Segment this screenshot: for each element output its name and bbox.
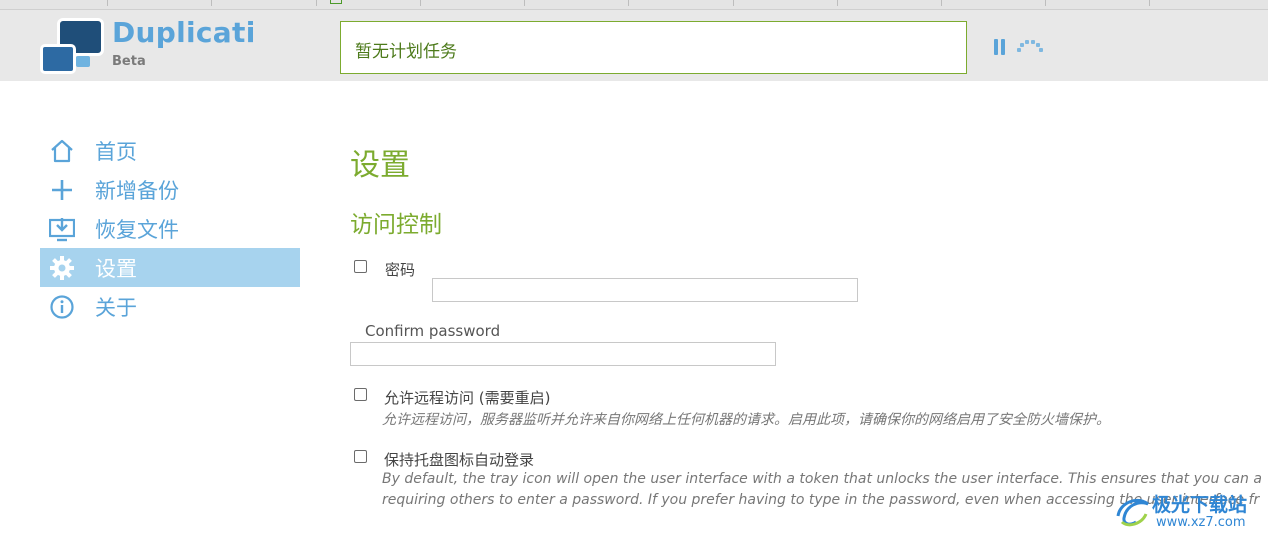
confirm-password-label: Confirm password bbox=[365, 322, 501, 340]
sidebar-item-add-backup[interactable]: 新增备份 bbox=[40, 170, 300, 209]
remote-access-label: 允许远程访问 (需要重启) bbox=[384, 389, 551, 407]
tray-autologin-hint-line1: By default, the tray icon will open the … bbox=[382, 471, 1262, 487]
sidebar-item-label: 首页 bbox=[95, 139, 137, 164]
sidebar-item-restore[interactable]: 恢复文件 bbox=[40, 209, 300, 248]
plus-icon bbox=[48, 176, 76, 204]
status-bar[interactable]: 暂无计划任务 bbox=[340, 21, 967, 74]
sidebar-item-label: 设置 bbox=[95, 256, 137, 281]
pause-icon[interactable] bbox=[994, 39, 1006, 55]
watermark-logo-icon bbox=[1116, 499, 1149, 527]
section-title: 访问控制 bbox=[350, 212, 442, 238]
sidebar-item-home[interactable]: 首页 bbox=[40, 131, 300, 170]
password-checkbox[interactable] bbox=[354, 260, 367, 273]
page-title: 设置 bbox=[350, 148, 410, 183]
app-subtitle: Beta bbox=[112, 54, 146, 69]
app-header: Duplicati Beta 暂无计划任务 bbox=[0, 10, 1268, 81]
password-input[interactable] bbox=[432, 278, 858, 302]
settings-panel: 设置 访问控制 bbox=[350, 140, 1260, 239]
watermark-url: www.xz7.com bbox=[1156, 515, 1246, 530]
home-icon bbox=[48, 137, 76, 165]
remote-access-hint: 允许远程访问，服务器监听并允许来自你网络上任何机器的请求。启用此项，请确保你的网… bbox=[382, 412, 1110, 428]
sidebar-item-settings[interactable]: 设置 bbox=[40, 248, 300, 287]
sidebar-item-label: 关于 bbox=[95, 295, 137, 320]
watermark: 极光下载站 www.xz7.com bbox=[1112, 488, 1268, 540]
sidebar-nav: 首页 新增备份 恢复文件 设置 关于 bbox=[40, 131, 300, 326]
confirm-password-input[interactable] bbox=[350, 342, 776, 366]
throttle-icon[interactable] bbox=[1016, 39, 1044, 53]
browser-tab-strip bbox=[0, 0, 1268, 10]
info-icon bbox=[48, 293, 76, 321]
sidebar-item-about[interactable]: 关于 bbox=[40, 287, 300, 326]
tray-autologin-label: 保持托盘图标自动登录 bbox=[384, 451, 535, 469]
gear-icon bbox=[48, 254, 76, 282]
tab-indicator bbox=[330, 0, 342, 4]
password-label: 密码 bbox=[385, 261, 416, 279]
tray-autologin-checkbox[interactable] bbox=[354, 450, 367, 463]
watermark-title: 极光下载站 bbox=[1152, 494, 1248, 516]
sidebar-item-label: 新增备份 bbox=[95, 178, 179, 203]
app-name: Duplicati bbox=[112, 16, 256, 49]
sidebar-item-label: 恢复文件 bbox=[95, 217, 179, 242]
duplicati-logo[interactable] bbox=[40, 18, 106, 76]
restore-icon bbox=[48, 215, 76, 243]
remote-access-checkbox[interactable] bbox=[354, 388, 367, 401]
